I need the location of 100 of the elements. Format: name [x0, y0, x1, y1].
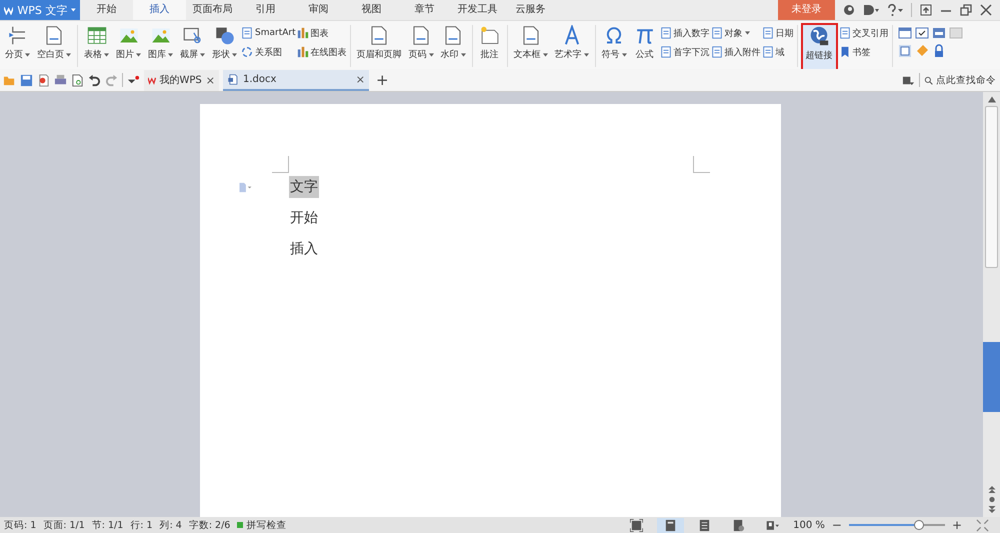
caret-icon [622, 52, 627, 56]
caret-icon [584, 52, 589, 56]
ribbon-button[interactable]: 交叉引用 [838, 25, 889, 41]
status-text: 行: 1 [130, 518, 153, 532]
zoom-out-button[interactable]: − [832, 518, 842, 532]
command-search-field[interactable]: 点此查找命令 [924, 74, 996, 86]
document-tab[interactable]: 我的WPS × [144, 70, 219, 90]
ribbon-button[interactable]: 关系图 [241, 44, 296, 60]
ribbon-button[interactable]: 域 [762, 44, 794, 60]
close-tab-button[interactable]: × [206, 74, 215, 86]
caret-icon [232, 52, 237, 56]
save-icon[interactable] [20, 74, 33, 86]
pdf-icon[interactable] [37, 74, 50, 86]
caret-icon [460, 52, 466, 56]
crop-mark [693, 156, 710, 173]
close-icon[interactable] [980, 4, 992, 16]
ribbon-button[interactable]: 首字下沉 [660, 44, 710, 60]
bookmark-icon [838, 46, 851, 58]
frame-icon[interactable] [898, 44, 912, 58]
print-preview-icon[interactable] [71, 74, 84, 86]
ribbon-button[interactable]: 在线图表 [296, 44, 347, 60]
ribbon-button[interactable]: 空白页 [34, 23, 74, 63]
spell-check-button[interactable]: 拼写检查 [237, 518, 286, 532]
ribbon-tab[interactable]: 引用 [239, 0, 292, 20]
ribbon-tab[interactable]: 开发工具 [451, 0, 504, 20]
scroll-thumb[interactable] [985, 106, 998, 268]
ribbon-tab[interactable]: 开始 [80, 0, 133, 20]
undo-icon[interactable] [88, 74, 101, 86]
ribbon-button[interactable]: 截屏 [177, 23, 208, 63]
checkbox-icon[interactable] [914, 26, 929, 40]
status-icon [237, 522, 244, 528]
document-text: 文字 [289, 176, 319, 198]
zoom-slider-thumb[interactable] [914, 520, 924, 530]
caret-icon [71, 8, 76, 12]
caret-icon [66, 52, 71, 56]
document-text: 开始 [289, 209, 319, 228]
side-panel-handle[interactable] [983, 342, 1000, 412]
page-view-icon[interactable] [657, 518, 684, 532]
caret-icon [25, 52, 30, 56]
ribbon-button[interactable]: 图片 [113, 23, 144, 63]
ribbon-button[interactable]: 公式 [630, 23, 659, 63]
ribbon-button[interactable]: 图库 [145, 23, 176, 63]
ribbon-button[interactable]: 对象 [710, 25, 761, 41]
ribbon-tab[interactable]: 页面布局 [186, 0, 239, 20]
app-menu-button[interactable]: WPS 文字 [0, 0, 80, 20]
caret-icon [200, 52, 205, 56]
ribbon-tab[interactable]: 视图 [345, 0, 398, 20]
wps-logo-icon [148, 74, 156, 86]
status-text: 列: 4 [160, 518, 182, 532]
zoom-percentage[interactable]: 100 % [793, 520, 825, 530]
ribbon-tab[interactable]: 云服务 [504, 0, 557, 20]
form-icon[interactable] [932, 26, 946, 40]
help-icon[interactable] [887, 4, 903, 16]
vertical-scrollbar[interactable] [983, 92, 1000, 517]
ribbon-button[interactable]: SmartArt [241, 25, 296, 41]
bar-chart-icon [296, 46, 309, 58]
ribbon-tab[interactable]: 插入 [133, 0, 186, 20]
ribbon-button[interactable]: 插入数字 [660, 25, 710, 41]
ribbon-button[interactable]: 分页 [2, 23, 33, 63]
next-page-icon[interactable] [988, 506, 996, 513]
status-text: 字数: 2/6 [188, 518, 230, 532]
ribbon-button[interactable]: 形状 [209, 23, 240, 63]
select-browse-icon[interactable] [988, 496, 996, 503]
logo-icon [4, 6, 14, 14]
zoom-in-button[interactable]: + [952, 518, 962, 532]
ribbon-button[interactable]: 表格 [81, 23, 112, 63]
ribbon-button[interactable]: 艺术字 [552, 23, 592, 63]
print-icon[interactable] [54, 74, 67, 86]
ribbon-button[interactable]: 日期 [762, 25, 794, 41]
new-tab-button[interactable]: + [373, 71, 392, 89]
restore-up-icon[interactable] [920, 4, 932, 16]
ribbon-button[interactable]: 批注 [476, 23, 504, 63]
ribbon-button[interactable]: 符号 [598, 23, 630, 63]
caret-icon [428, 52, 434, 56]
ribbon-tab[interactable]: 章节 [398, 0, 451, 20]
globe-icon [808, 25, 830, 47]
ribbon-button[interactable]: 页眉和页脚 [354, 23, 405, 63]
close-tab-button[interactable]: × [356, 72, 365, 86]
sticky-note-icon [478, 25, 501, 46]
ribbon-button[interactable]: 图表 [296, 25, 347, 41]
ribbon-button[interactable]: 水印 [438, 23, 469, 63]
ribbon-button[interactable]: 书签 [838, 44, 889, 60]
caret-icon [104, 52, 109, 56]
status-text: 节: 1/1 [92, 518, 124, 532]
document-icon [227, 74, 239, 84]
layout-icon[interactable] [898, 26, 912, 40]
ribbon-tab[interactable]: 审阅 [292, 0, 345, 20]
scroll-up-icon[interactable] [988, 96, 996, 103]
document-tab[interactable]: 1.docx × [223, 70, 369, 90]
status-text: 页码: 1 [4, 518, 36, 532]
ribbon-button[interactable]: 页码 [406, 23, 437, 63]
crop-mark [272, 156, 289, 173]
restore-icon[interactable] [960, 4, 972, 16]
ribbon-button[interactable]: 插入附件 [710, 44, 761, 60]
cycle-icon [241, 46, 253, 58]
previous-page-icon[interactable] [988, 486, 996, 493]
caret-icon [744, 31, 750, 35]
status-text: 页面: 1/1 [43, 518, 85, 532]
ribbon-button[interactable]: 文本框 [510, 23, 551, 63]
document-text: 插入 [289, 240, 319, 259]
